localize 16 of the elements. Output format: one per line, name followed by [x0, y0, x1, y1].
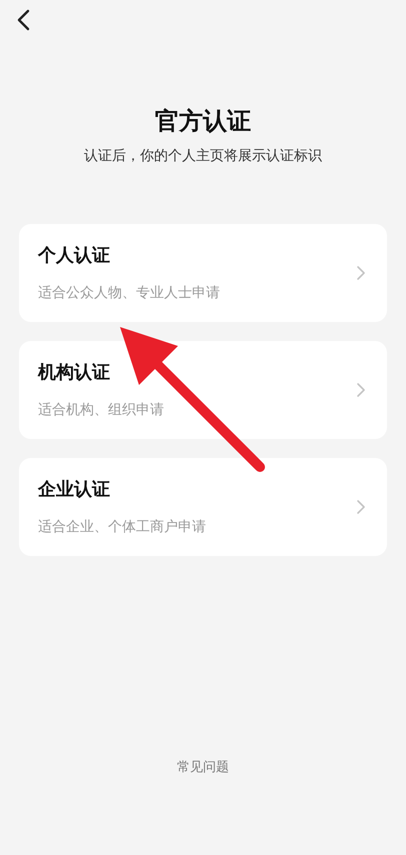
- back-icon[interactable]: [16, 9, 30, 31]
- page-subtitle: 认证后，你的个人主页将展示认证标识: [83, 147, 323, 166]
- option-card[interactable]: 企业认证 适合企业、个体工商户申请: [19, 458, 387, 556]
- option-description: 适合机构、组织申请: [38, 400, 164, 420]
- option-title: 企业认证: [38, 478, 110, 502]
- option-description: 适合公众人物、专业人士申请: [38, 284, 220, 302]
- option-description: 适合企业、个体工商户申请: [38, 518, 206, 536]
- chevron-right-icon: [357, 266, 365, 280]
- option-card[interactable]: 机构认证 适合机构、组织申请: [19, 341, 387, 439]
- page-title: 官方认证: [154, 106, 252, 137]
- chevron-right-icon: [357, 383, 365, 397]
- faq-link[interactable]: 常见问题: [177, 760, 229, 775]
- option-card[interactable]: 个人认证 适合公众人物、专业人士申请: [19, 224, 387, 322]
- option-title: 个人认证: [38, 244, 110, 268]
- option-title: 机构认证: [38, 360, 110, 384]
- chevron-right-icon: [357, 500, 365, 514]
